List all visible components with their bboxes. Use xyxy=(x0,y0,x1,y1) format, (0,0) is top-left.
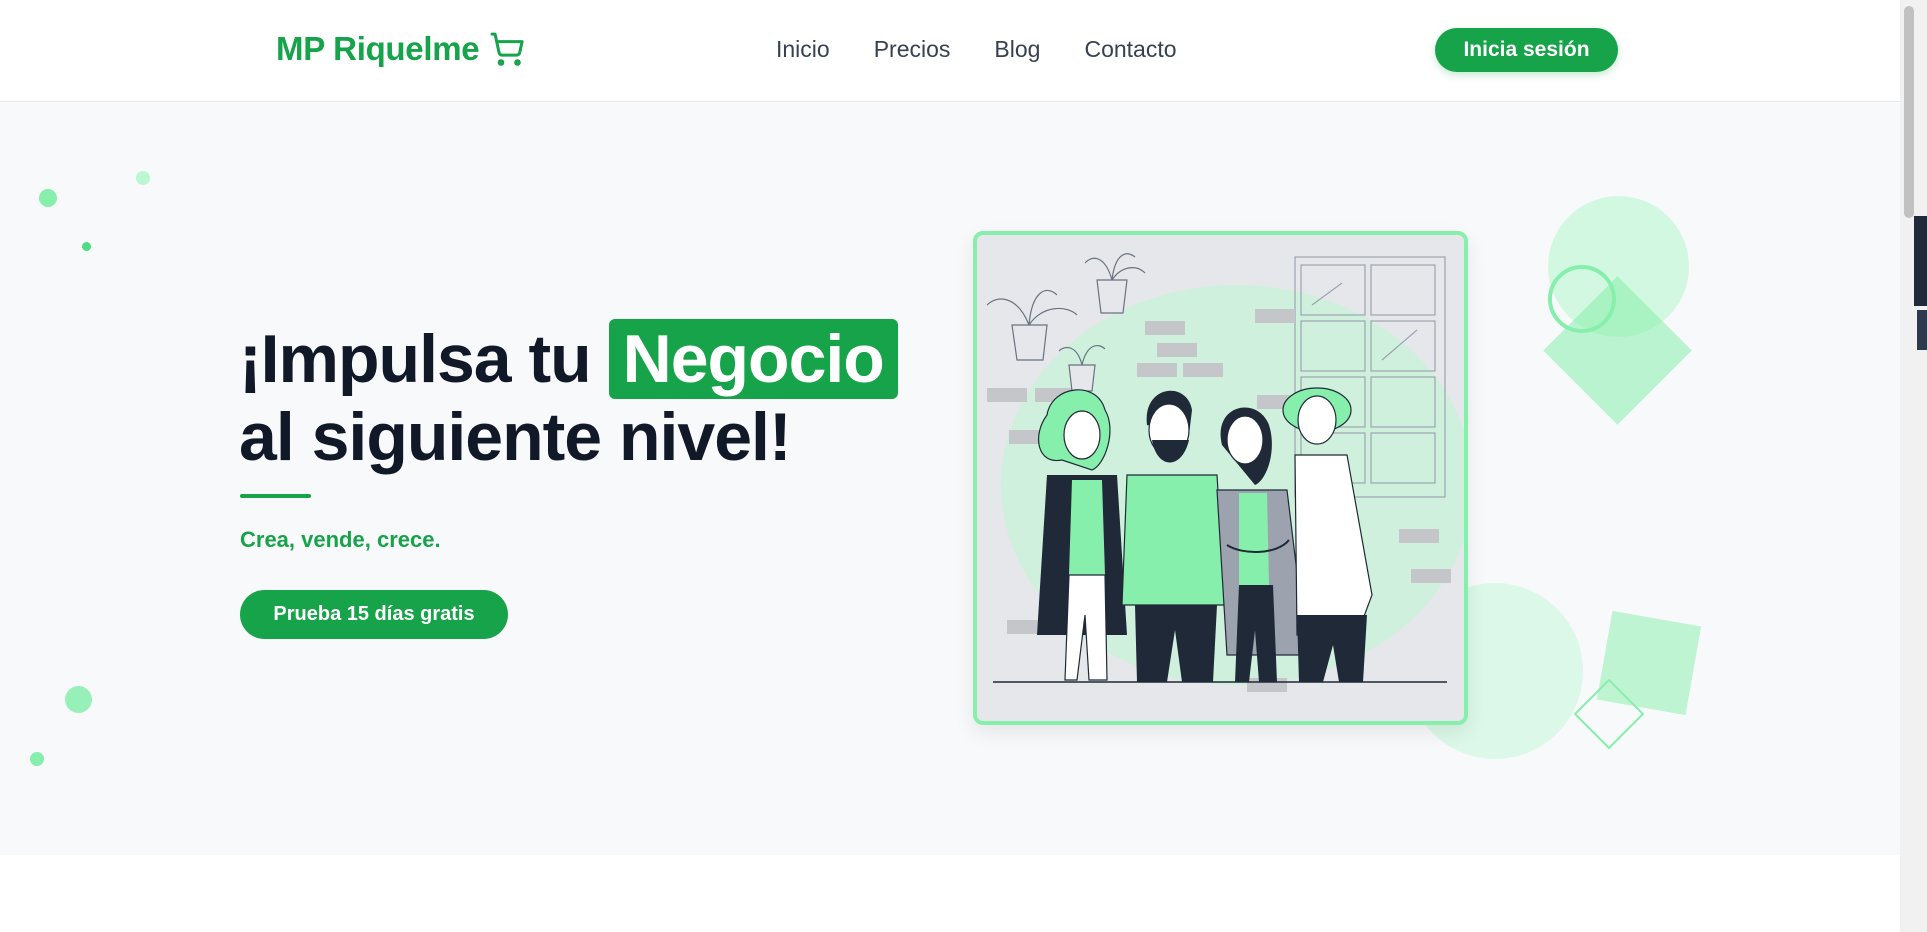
main-nav: Inicio Precios Blog Contacto xyxy=(776,36,1177,63)
team-illustration xyxy=(973,231,1468,725)
next-section xyxy=(0,855,1900,932)
decor-dot xyxy=(136,171,150,185)
hero-section: ¡Impulsa tu Negocio al siguiente nivel! … xyxy=(0,103,1900,855)
hero-title-part2: al siguiente nivel! xyxy=(239,399,792,475)
nav-link-blog[interactable]: Blog xyxy=(994,36,1040,63)
decor-dot xyxy=(82,242,91,251)
nav-link-precios[interactable]: Precios xyxy=(874,36,951,63)
decor-dot xyxy=(39,189,57,207)
adjacent-window-edge xyxy=(1914,216,1927,306)
adjacent-window-edge xyxy=(1917,310,1927,350)
free-trial-button[interactable]: Prueba 15 días gratis xyxy=(240,590,508,639)
scrollbar-thumb[interactable] xyxy=(1904,6,1914,218)
hero-tagline: Crea, vende, crece. xyxy=(240,527,441,552)
title-underline xyxy=(240,494,311,498)
nav-link-inicio[interactable]: Inicio xyxy=(776,36,830,63)
hero-title: ¡Impulsa tu Negocio al siguiente nivel! xyxy=(239,319,898,475)
site-header: MP Riquelme Inicio Precios Blog Contacto… xyxy=(0,0,1900,102)
landing-page: MP Riquelme Inicio Precios Blog Contacto… xyxy=(0,0,1900,932)
hero-title-part1: ¡Impulsa tu xyxy=(239,321,592,397)
hero-title-highlight: Negocio xyxy=(608,319,898,399)
cart-icon xyxy=(489,31,525,67)
nav-link-contacto[interactable]: Contacto xyxy=(1084,36,1176,63)
decor-dot xyxy=(65,686,92,713)
brand-logo[interactable]: MP Riquelme xyxy=(276,30,525,68)
decor-dot xyxy=(30,752,44,766)
brand-name: MP Riquelme xyxy=(276,30,480,67)
login-button[interactable]: Inicia sesión xyxy=(1435,28,1618,72)
